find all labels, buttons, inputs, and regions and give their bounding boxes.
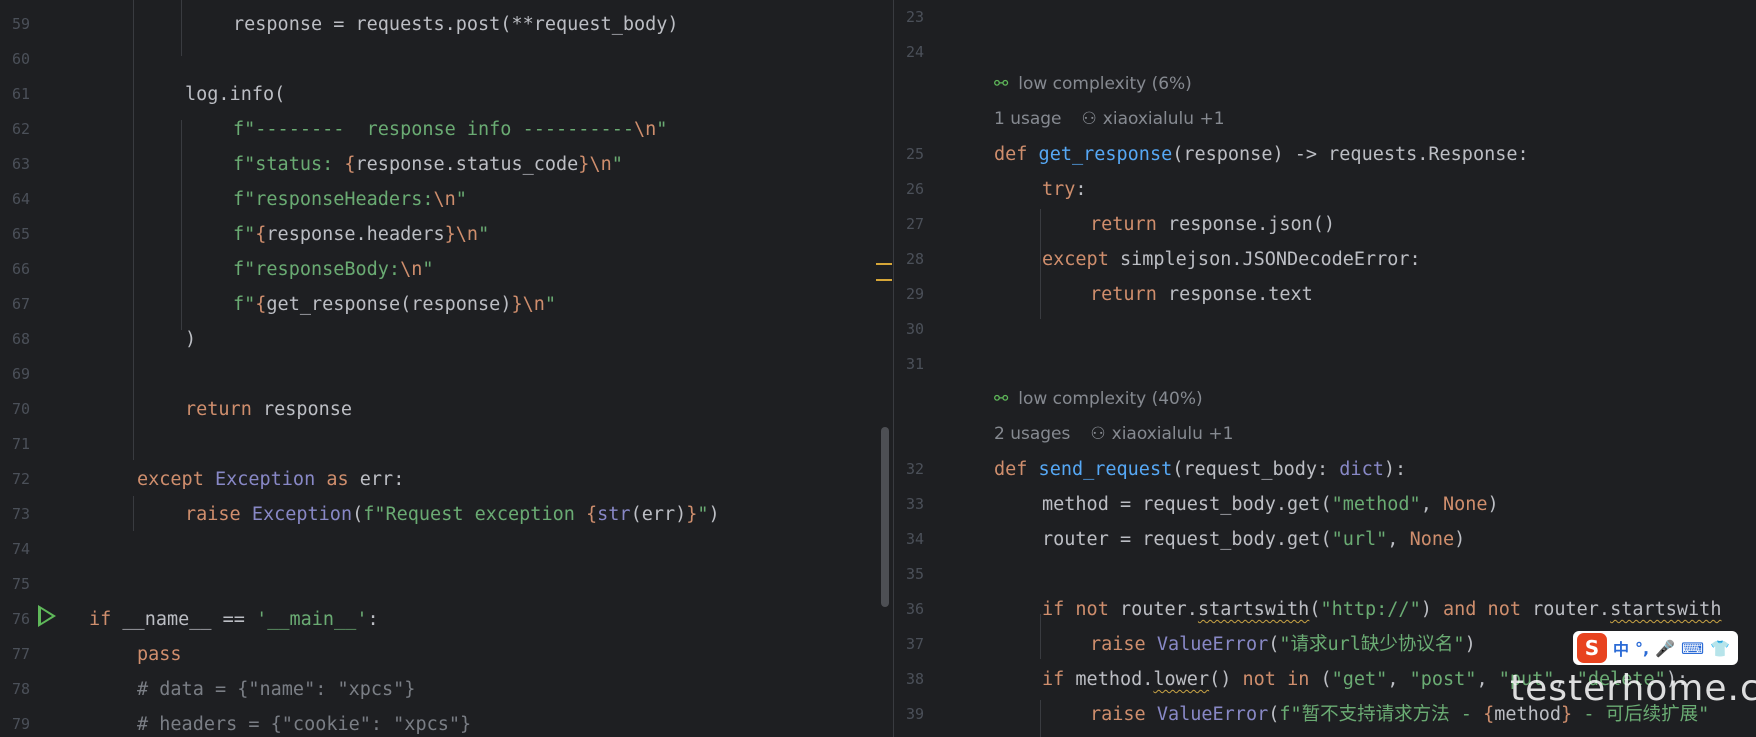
line-number: 27 <box>905 215 924 233</box>
line-number: 71 <box>11 435 30 453</box>
usage-hint[interactable]: 1 usage ⚇ xiaoxialulu +1 <box>994 102 1225 137</box>
code-line-37[interactable]: raise ValueError("请求url缺少协议名") <box>1090 627 1476 662</box>
line-number: 70 <box>11 400 30 418</box>
code-line-64[interactable]: f"responseHeaders:\n" <box>233 182 467 217</box>
code-line-59[interactable]: response = requests.post(**request_body) <box>233 7 679 42</box>
line-number: 72 <box>11 470 30 488</box>
code-line-36[interactable]: if not router.startswith("http://") and … <box>1042 592 1721 627</box>
line-number: 59 <box>11 15 30 33</box>
line-number: 69 <box>11 365 30 383</box>
line-number: 37 <box>905 635 924 653</box>
ime-microphone-icon[interactable]: 🎤 <box>1655 639 1675 658</box>
code-line-26[interactable]: try: <box>1042 172 1087 207</box>
line-number: 24 <box>905 43 924 61</box>
run-icon[interactable] <box>38 605 56 627</box>
complexity-icon: ⚯ <box>994 74 1009 94</box>
code-line-25[interactable]: def get_response(response) -> requests.R… <box>994 137 1529 172</box>
code-line-78[interactable]: # data = {"name": "xpcs"} <box>137 672 415 707</box>
code-line-29[interactable]: return response.text <box>1090 277 1313 312</box>
code-line-70[interactable]: return response <box>185 392 352 427</box>
code-line-76[interactable]: if __name__ == '__main__': <box>89 602 379 637</box>
line-number: 63 <box>11 155 30 173</box>
line-number: 60 <box>11 50 30 68</box>
indent-guide <box>181 120 182 330</box>
line-number: 79 <box>11 715 30 733</box>
line-number: 73 <box>11 505 30 523</box>
ime-chinese-mode[interactable]: 中 <box>1613 636 1629 660</box>
line-number: 33 <box>905 495 924 513</box>
line-number: 25 <box>905 145 924 163</box>
code-line-61[interactable]: log.info( <box>185 77 285 112</box>
line-number: 62 <box>11 120 30 138</box>
code-line-33[interactable]: method = request_body.get("method", None… <box>1042 487 1499 522</box>
code-line-62[interactable]: f"-------- response info ----------\n" <box>233 112 667 147</box>
vertical-scrollbar[interactable] <box>881 427 889 607</box>
complexity-hint[interactable]: ⚯ low complexity (40%) <box>994 382 1203 417</box>
line-number: 38 <box>905 670 924 688</box>
code-line-67[interactable]: f"{get_response(response)}\n" <box>233 287 556 322</box>
code-line-28[interactable]: except simplejson.JSONDecodeError: <box>1042 242 1421 277</box>
line-number: 23 <box>905 8 924 26</box>
line-number: 78 <box>11 680 30 698</box>
line-number: 35 <box>905 565 924 583</box>
change-marker[interactable] <box>876 263 892 265</box>
code-line-27[interactable]: return response.json() <box>1090 207 1335 242</box>
code-line-32[interactable]: def send_request(request_body: dict): <box>994 452 1406 487</box>
left-editor-pane[interactable]: 59 60 61 62 63 64 65 66 67 68 69 70 71 7… <box>0 0 893 737</box>
line-number: 30 <box>905 320 924 338</box>
line-number: 32 <box>905 460 924 478</box>
complexity-icon: ⚯ <box>994 389 1009 409</box>
code-line-68[interactable]: ) <box>185 322 196 357</box>
line-number: 39 <box>905 705 924 723</box>
ime-keyboard-icon[interactable]: ⌨ <box>1681 639 1704 658</box>
line-number: 34 <box>905 530 924 548</box>
ime-punctuation-icon[interactable]: °, <box>1635 639 1649 658</box>
code-line-72[interactable]: except Exception as err: <box>137 462 404 497</box>
indent-guide <box>1040 614 1041 659</box>
indent-guide <box>133 496 134 531</box>
line-number: 31 <box>905 355 924 373</box>
indent-guide <box>1040 209 1041 319</box>
code-line-65[interactable]: f"{response.headers}\n" <box>233 217 489 252</box>
code-line-77[interactable]: pass <box>137 637 182 672</box>
complexity-hint[interactable]: ⚯ low complexity (6%) <box>994 67 1192 102</box>
ime-logo-icon[interactable]: S <box>1577 633 1607 663</box>
line-number: 75 <box>11 575 30 593</box>
code-editor: 59 60 61 62 63 64 65 66 67 68 69 70 71 7… <box>0 0 1756 737</box>
line-number: 68 <box>11 330 30 348</box>
line-number: 28 <box>905 250 924 268</box>
code-line-34[interactable]: router = request_body.get("url", None) <box>1042 522 1465 557</box>
code-line-66[interactable]: f"responseBody:\n" <box>233 252 434 287</box>
line-number: 36 <box>905 600 924 618</box>
code-line-79[interactable]: # headers = {"cookie": "xpcs"} <box>137 707 471 737</box>
indent-guide <box>1040 700 1041 737</box>
indent-guide <box>133 0 134 460</box>
line-number: 65 <box>11 225 30 243</box>
code-line-73[interactable]: raise Exception(f"Request exception {str… <box>185 497 720 532</box>
line-number: 61 <box>11 85 30 103</box>
line-number: 67 <box>11 295 30 313</box>
line-number: 26 <box>905 180 924 198</box>
code-line-63[interactable]: f"status: {response.status_code}\n" <box>233 147 623 182</box>
ime-toolbar[interactable]: S 中 °, 🎤 ⌨ 👕 <box>1573 631 1739 665</box>
indent-guide <box>181 0 182 56</box>
line-number: 74 <box>11 540 30 558</box>
ime-skin-icon[interactable]: 👕 <box>1710 639 1730 658</box>
line-number: 64 <box>11 190 30 208</box>
line-number: 66 <box>11 260 30 278</box>
usage-hint[interactable]: 2 usages ⚇ xiaoxialulu +1 <box>994 417 1233 452</box>
line-number: 77 <box>11 645 30 663</box>
line-number: 76 <box>11 610 30 628</box>
right-editor-pane[interactable]: 23 24 25 26 27 28 29 30 31 32 33 34 35 3… <box>894 0 1756 737</box>
person-icon: ⚇ <box>1090 424 1106 444</box>
watermark: testerhome.com <box>1510 668 1756 709</box>
line-number: 29 <box>905 285 924 303</box>
person-icon: ⚇ <box>1081 109 1097 129</box>
change-marker[interactable] <box>876 279 892 281</box>
